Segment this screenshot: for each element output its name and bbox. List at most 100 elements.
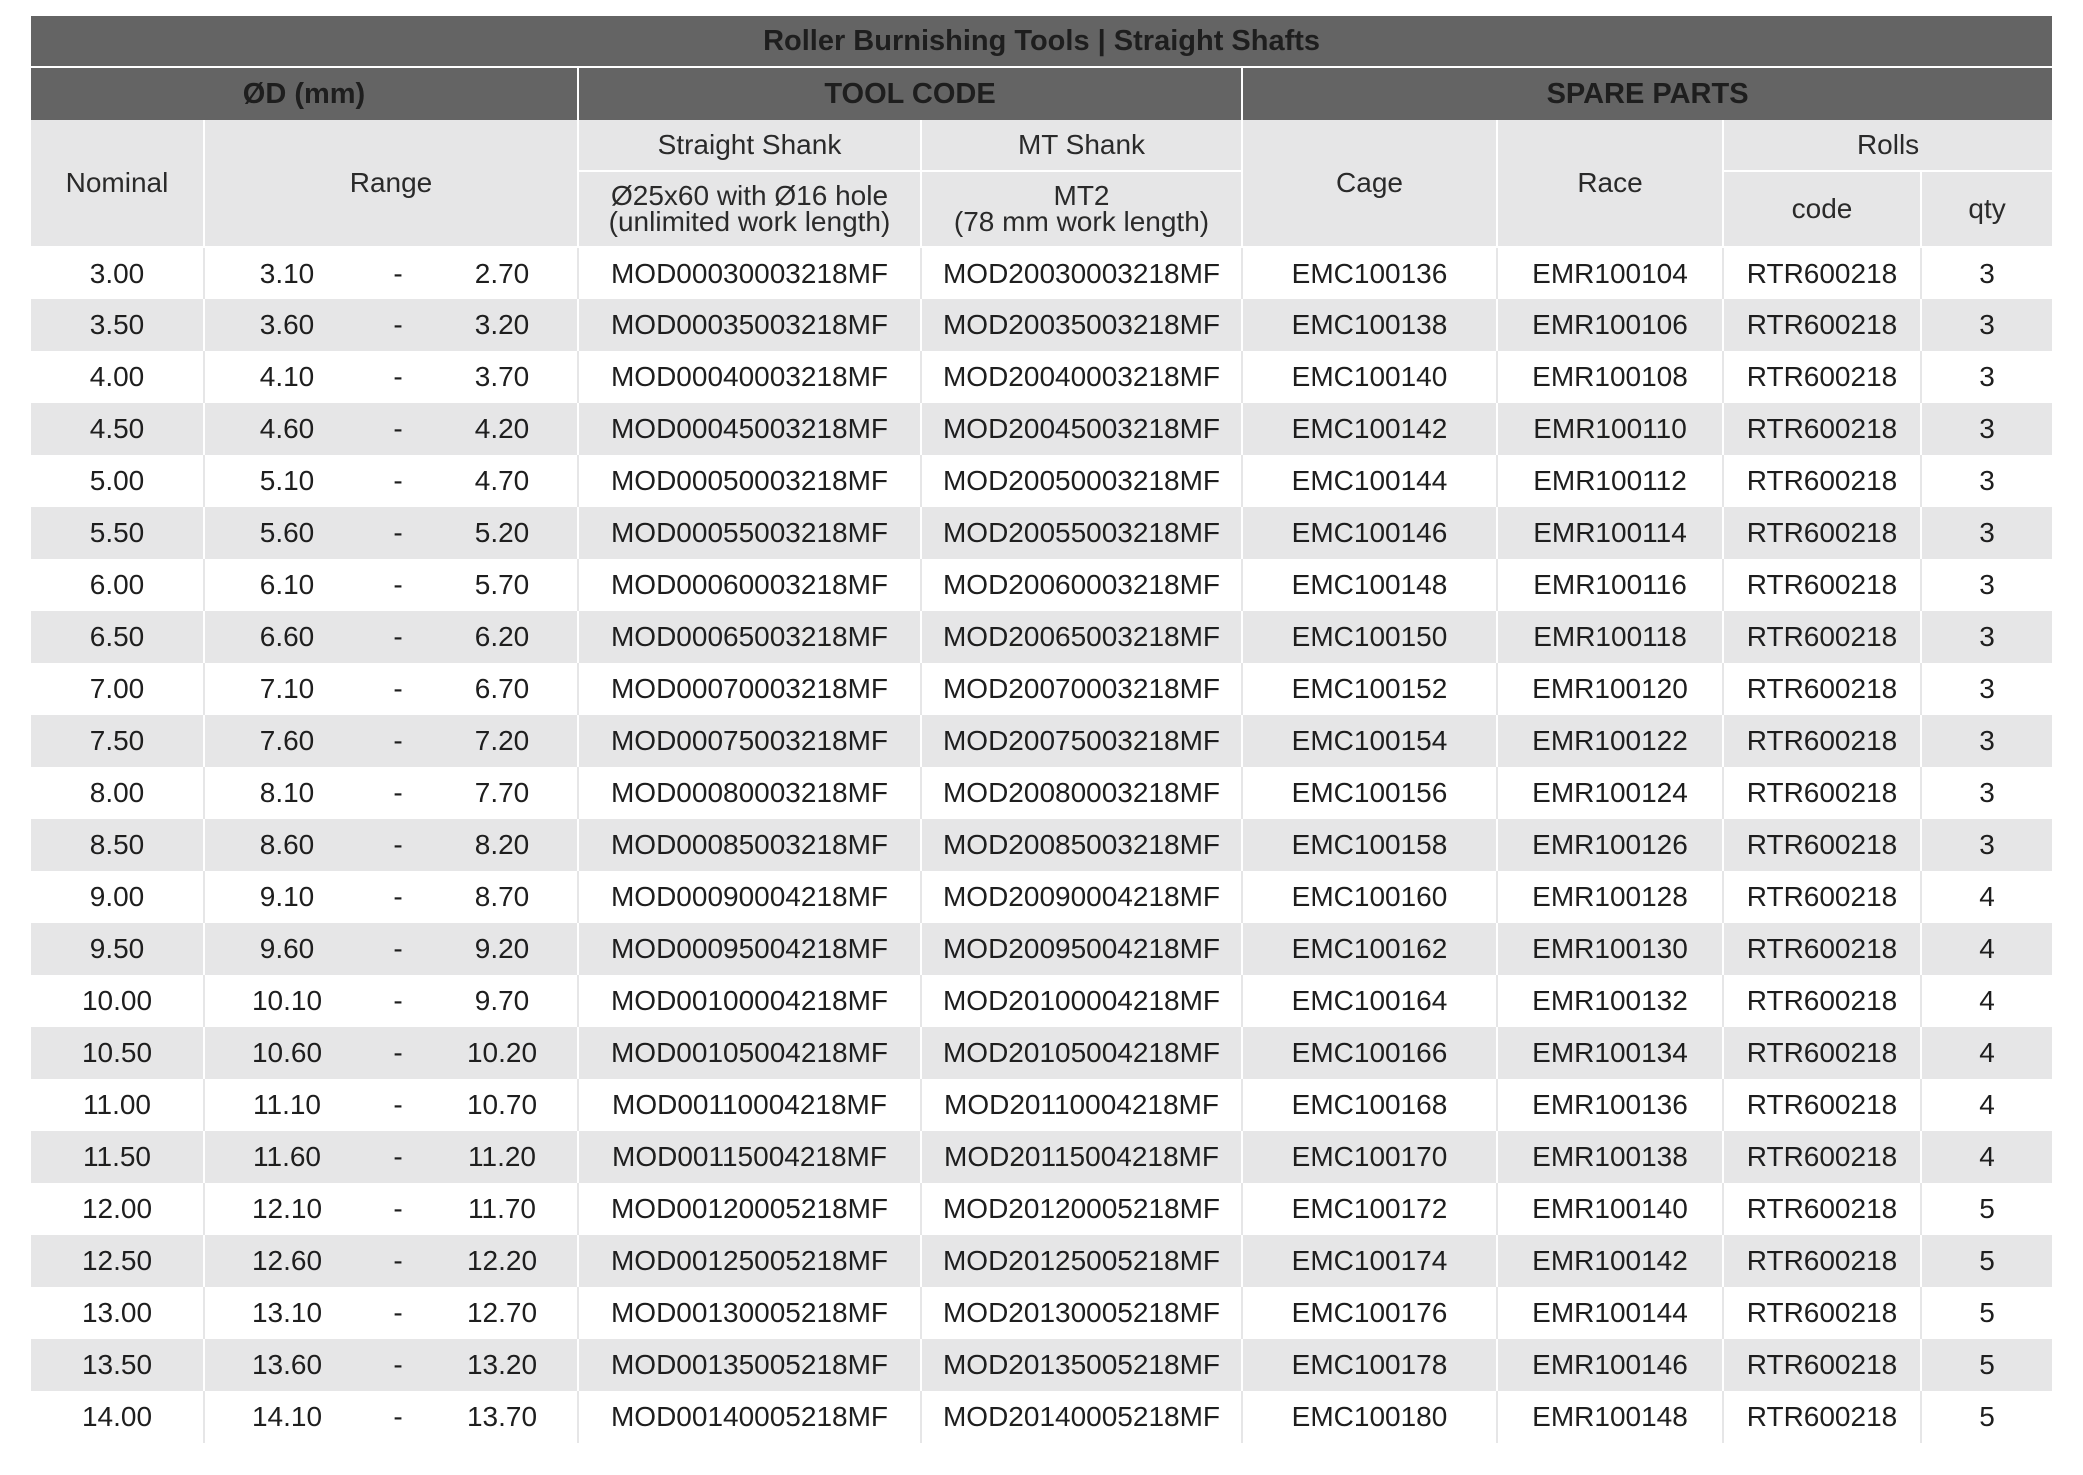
range-max-cell: 3.10 — [204, 247, 369, 299]
mt-shank-code-cell: MOD20065003218MF — [921, 611, 1243, 663]
race-code-cell: EMR100134 — [1497, 1027, 1724, 1079]
range-max-cell: 11.10 — [204, 1079, 369, 1131]
table-row: 6.00 6.10-5.70 MOD00060003218MF MOD20060003… — [31, 559, 2053, 611]
cage-code-cell: EMC100142 — [1242, 403, 1498, 455]
range-min-cell: 9.20 — [427, 923, 579, 975]
nominal-cell: 14.00 — [31, 1391, 205, 1443]
rolls-code-cell: RTR600218 — [1723, 1235, 1922, 1287]
range-max-cell: 6.10 — [204, 559, 369, 611]
straight-shank-code-cell: MOD00075003218MF — [578, 715, 922, 767]
table-row: 5.50 5.60-5.20 MOD00055003218MF MOD20055003… — [31, 507, 2053, 559]
rolls-code-cell: RTR600218 — [1723, 403, 1922, 455]
rolls-code-cell: RTR600218 — [1723, 247, 1922, 299]
range-dash-cell: - — [369, 1131, 427, 1183]
rolls-qty-cell: 3 — [1921, 559, 2053, 611]
range-max-cell: 5.60 — [204, 507, 369, 559]
rolls-code-cell: RTR600218 — [1723, 975, 1922, 1027]
mt-shank-code-cell: MOD20095004218MF — [921, 923, 1243, 975]
range-min-cell: 6.70 — [427, 663, 579, 715]
race-code-cell: EMR100132 — [1497, 975, 1724, 1027]
rolls-code-cell: RTR600218 — [1723, 351, 1922, 403]
mt-shank-code-cell: MOD20070003218MF — [921, 663, 1243, 715]
cage-code-cell: EMC100158 — [1242, 819, 1498, 871]
race-code-cell: EMR100148 — [1497, 1391, 1724, 1443]
rolls-code-cell: RTR600218 — [1723, 455, 1922, 507]
range-min-cell: 5.20 — [427, 507, 579, 559]
nominal-cell: 13.50 — [31, 1339, 205, 1391]
table-row: 7.00 7.10-6.70 MOD00070003218MF MOD20070003… — [31, 663, 2053, 715]
rolls-qty-cell: 3 — [1921, 663, 2053, 715]
race-code-cell: EMR100120 — [1497, 663, 1724, 715]
straight-shank-code-cell: MOD00120005218MF — [578, 1183, 922, 1235]
straight-shank-code-cell: MOD00135005218MF — [578, 1339, 922, 1391]
race-code-cell: EMR100140 — [1497, 1183, 1724, 1235]
table-row: 4.00 4.10-3.70 MOD00040003218MF MOD20040003… — [31, 351, 2053, 403]
cage-code-cell: EMC100160 — [1242, 871, 1498, 923]
rolls-qty-cell: 3 — [1921, 403, 2053, 455]
table-row: 13.00 13.10-12.70 MOD00130005218MF MOD20130… — [31, 1287, 2053, 1339]
spec-table: Roller Burnishing Tools | Straight Shaft… — [31, 16, 2053, 1443]
nominal-cell: 13.00 — [31, 1287, 205, 1339]
race-code-cell: EMR100128 — [1497, 871, 1724, 923]
cage-code-cell: EMC100150 — [1242, 611, 1498, 663]
rolls-qty-cell: 3 — [1921, 247, 2053, 299]
range-min-cell: 12.20 — [427, 1235, 579, 1287]
nominal-cell: 12.50 — [31, 1235, 205, 1287]
mt-shank-code-cell: MOD20120005218MF — [921, 1183, 1243, 1235]
mt-shank-header: MT Shank — [921, 120, 1243, 172]
race-code-cell: EMR100116 — [1497, 559, 1724, 611]
race-code-cell: EMR100104 — [1497, 247, 1724, 299]
straight-shank-code-cell: MOD00065003218MF — [578, 611, 922, 663]
range-dash-cell: - — [369, 247, 427, 299]
table-row: 12.00 12.10-11.70 MOD00120005218MF MOD20120… — [31, 1183, 2053, 1235]
rolls-header: Rolls — [1723, 120, 2053, 172]
rolls-code-cell: RTR600218 — [1723, 507, 1922, 559]
race-code-cell: EMR100136 — [1497, 1079, 1724, 1131]
mt-shank-code-cell: MOD20135005218MF — [921, 1339, 1243, 1391]
rolls-qty-cell: 3 — [1921, 767, 2053, 819]
nominal-cell: 7.00 — [31, 663, 205, 715]
range-min-cell: 7.20 — [427, 715, 579, 767]
range-dash-cell: - — [369, 871, 427, 923]
od-group-header: ØD (mm) — [31, 67, 579, 120]
straight-shank-code-cell: MOD00050003218MF — [578, 455, 922, 507]
straight-shank-code-cell: MOD00125005218MF — [578, 1235, 922, 1287]
nominal-cell: 5.50 — [31, 507, 205, 559]
table-row: 10.50 10.60-10.20 MOD00105004218MF MOD20105… — [31, 1027, 2053, 1079]
rolls-code-cell: RTR600218 — [1723, 559, 1922, 611]
rolls-code-cell: RTR600218 — [1723, 1391, 1922, 1443]
range-min-cell: 8.70 — [427, 871, 579, 923]
nominal-cell: 7.50 — [31, 715, 205, 767]
nominal-cell: 11.00 — [31, 1079, 205, 1131]
table-row: 13.50 13.60-13.20 MOD00135005218MF MOD20135… — [31, 1339, 2053, 1391]
rolls-code-cell: RTR600218 — [1723, 1131, 1922, 1183]
mt-shank-code-cell: MOD20085003218MF — [921, 819, 1243, 871]
cage-code-cell: EMC100176 — [1242, 1287, 1498, 1339]
range-max-cell: 4.60 — [204, 403, 369, 455]
rolls-qty-cell: 4 — [1921, 1131, 2053, 1183]
range-max-cell: 6.60 — [204, 611, 369, 663]
race-code-cell: EMR100124 — [1497, 767, 1724, 819]
cage-code-cell: EMC100144 — [1242, 455, 1498, 507]
nominal-cell: 3.50 — [31, 299, 205, 351]
nominal-cell: 12.00 — [31, 1183, 205, 1235]
spare-parts-group-header: SPARE PARTS — [1242, 67, 2053, 120]
range-header: Range — [204, 120, 579, 248]
mt-shank-code-cell: MOD20075003218MF — [921, 715, 1243, 767]
rolls-qty-cell: 3 — [1921, 507, 2053, 559]
nominal-cell: 9.50 — [31, 923, 205, 975]
range-max-cell: 10.60 — [204, 1027, 369, 1079]
rolls-qty-cell: 3 — [1921, 351, 2053, 403]
rolls-qty-cell: 5 — [1921, 1391, 2053, 1443]
race-code-cell: EMR100114 — [1497, 507, 1724, 559]
range-max-cell: 11.60 — [204, 1131, 369, 1183]
range-min-cell: 12.70 — [427, 1287, 579, 1339]
table-row: 9.50 9.60-9.20 MOD00095004218MF MOD20095004… — [31, 923, 2053, 975]
cage-code-cell: EMC100168 — [1242, 1079, 1498, 1131]
race-header: Race — [1497, 120, 1724, 248]
straight-shank-code-cell: MOD00070003218MF — [578, 663, 922, 715]
straight-shank-code-cell: MOD00140005218MF — [578, 1391, 922, 1443]
mt-shank-code-cell: MOD20045003218MF — [921, 403, 1243, 455]
mt-shank-code-cell: MOD20090004218MF — [921, 871, 1243, 923]
range-max-cell: 7.60 — [204, 715, 369, 767]
